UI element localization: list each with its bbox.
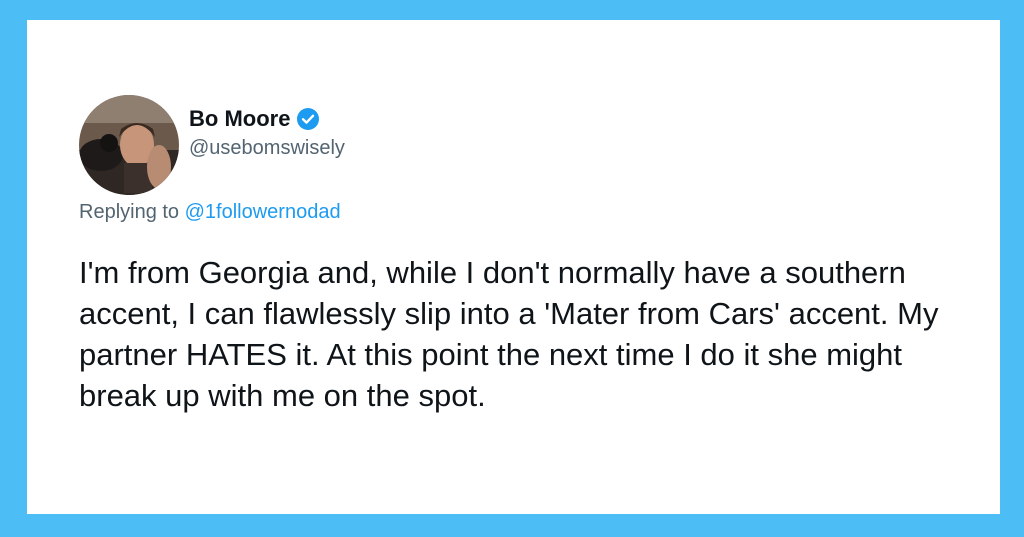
profile-avatar[interactable]: [79, 95, 179, 195]
verified-badge-icon: [297, 108, 320, 130]
user-handle[interactable]: @usebomswisely: [189, 137, 345, 160]
tweet-card: Bo Moore @usebomswisely Replying to @1fo…: [27, 20, 1000, 514]
display-name[interactable]: Bo Moore: [189, 106, 290, 132]
author-name-row: Bo Moore: [189, 104, 320, 134]
tweet-text: I'm from Georgia and, while I don't norm…: [79, 255, 939, 413]
replying-to-line: Replying to @1followernodad: [79, 201, 341, 224]
replying-to-label: Replying to: [79, 201, 180, 223]
reply-mention-link[interactable]: @1followernodad: [185, 201, 341, 223]
